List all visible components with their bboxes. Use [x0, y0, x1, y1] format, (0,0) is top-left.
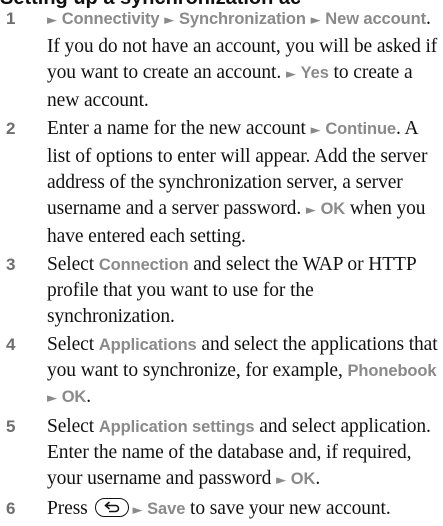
back-key-icon	[95, 498, 130, 518]
menu-item-synchronization: Synchronization	[178, 10, 306, 28]
arrow-icon: ►	[164, 13, 175, 28]
arrow-icon: ►	[47, 391, 57, 406]
arrow-icon: ►	[285, 67, 296, 82]
menu-item-phonebook: Phonebook	[347, 362, 437, 380]
step-body-text: .	[315, 468, 321, 489]
menu-item-connection: Connection	[98, 256, 189, 274]
menu-item-yes: Yes	[300, 64, 329, 82]
arrow-icon: ►	[132, 503, 143, 518]
arrow-icon: ►	[305, 203, 316, 218]
menu-item-save: Save	[147, 500, 186, 518]
step-2: 2 Enter a name for the new account ► Con…	[0, 116, 443, 250]
menu-item-continue: Continue	[325, 120, 396, 138]
step-body-text: Press	[47, 498, 93, 519]
step-number: 6	[6, 499, 16, 518]
menu-item-ok: OK	[61, 388, 87, 406]
arrow-icon: ►	[47, 13, 57, 28]
step-text: Select Connection and select the WAP or …	[47, 252, 443, 330]
instruction-list: 1 ► Connectivity ► Synchronization ► New…	[0, 6, 443, 526]
step-number: 1	[6, 9, 16, 28]
step-number: 3	[6, 255, 16, 274]
arrow-icon: ►	[310, 123, 321, 138]
step-number: 4	[6, 335, 16, 354]
step-text: Select Application settings and select a…	[47, 414, 443, 494]
menu-item-new-account: New account	[325, 10, 426, 28]
step-body-text: Select	[47, 254, 99, 275]
menu-item-application-settings: Application settings	[98, 418, 255, 436]
menu-item-applications: Applications	[98, 336, 197, 354]
step-body-text: to save your new account.	[185, 498, 391, 519]
arrow-icon: ►	[276, 473, 286, 488]
step-number: 5	[6, 417, 16, 436]
step-6: 6 Press ► Save to save your new account.	[0, 496, 443, 524]
menu-item-connectivity: Connectivity	[61, 10, 160, 28]
step-text: Enter a name for the new account ► Conti…	[47, 116, 443, 250]
step-body-text: Enter a name for the new account	[47, 118, 311, 139]
back-arrow-icon	[104, 501, 120, 513]
step-1: 1 ► Connectivity ► Synchronization ► New…	[0, 6, 443, 114]
step-4: 4 Select Applications and select the app…	[0, 332, 443, 412]
step-body-text: .	[86, 386, 92, 407]
step-body-text: Select	[47, 334, 99, 355]
step-number: 2	[6, 119, 16, 138]
step-5: 5 Select Application settings and select…	[0, 414, 443, 494]
arrow-icon: ►	[310, 13, 321, 28]
menu-item-ok: OK	[290, 470, 316, 488]
step-text: ► Connectivity ► Synchronization ► New a…	[47, 6, 443, 114]
step-text: Press ► Save to save your new account.	[47, 496, 443, 524]
step-3: 3 Select Connection and select the WAP o…	[0, 252, 443, 330]
step-body-text: Select	[47, 416, 99, 437]
menu-item-ok: OK	[320, 200, 346, 218]
step-text: Select Applications and select the appli…	[47, 332, 443, 412]
